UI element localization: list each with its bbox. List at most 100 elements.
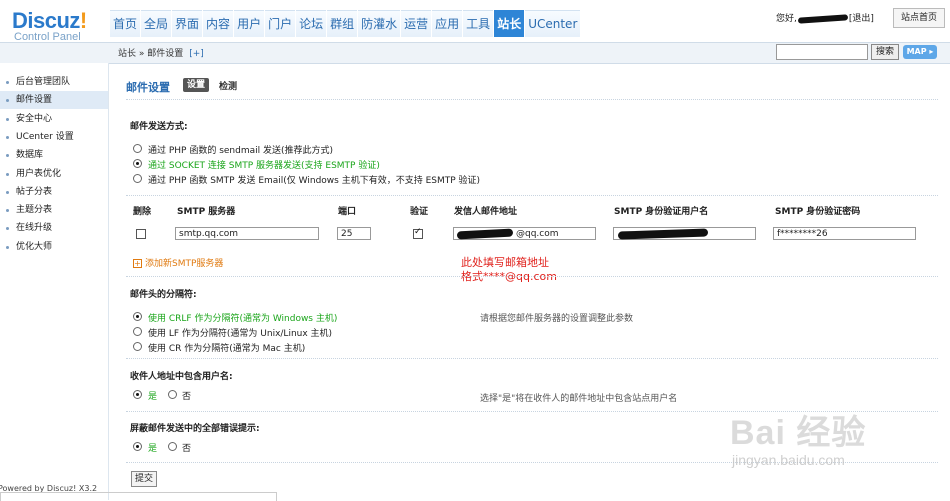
- include-username-yes-radio[interactable]: [133, 390, 142, 399]
- watermark-url: jingyan.baidu.com: [732, 452, 845, 468]
- divider: [126, 195, 938, 196]
- send-method-radio[interactable]: [133, 159, 142, 168]
- delete-checkbox[interactable]: [136, 229, 146, 239]
- nav-tab[interactable]: 论坛: [296, 10, 327, 37]
- separator-label: 使用 CRLF 作为分隔符(通常为 Windows 主机): [148, 314, 338, 324]
- breadcrumb-text[interactable]: 站长 » 邮件设置: [118, 49, 183, 59]
- user-box: 您好, [退出]: [776, 11, 874, 24]
- tab-check[interactable]: 检测: [219, 79, 237, 92]
- bullet-icon: [6, 190, 9, 194]
- sidebar-item[interactable]: 后台管理团队: [0, 73, 108, 91]
- smtp-password-input[interactable]: f********26: [773, 227, 916, 240]
- sidebar-item[interactable]: 优化大师: [0, 238, 108, 256]
- separator-radio[interactable]: [133, 327, 142, 336]
- silent-errors-yes-radio[interactable]: [133, 442, 142, 451]
- submit-button[interactable]: 提交: [131, 471, 157, 487]
- include-username-no-label: 否: [182, 392, 192, 402]
- smtp-column-header: SMTP 服务器: [177, 207, 236, 217]
- include-username-yes-label: 是: [148, 392, 158, 402]
- separator-label: 使用 CR 作为分隔符(通常为 Mac 主机): [148, 344, 306, 354]
- add-shortcut-link[interactable]: [+]: [189, 49, 204, 59]
- bullet-icon: [6, 99, 9, 103]
- sidebar-item[interactable]: 安全中心: [0, 110, 108, 128]
- site-home-button[interactable]: 站点首页: [893, 8, 945, 28]
- sidebar-item[interactable]: 帖子分表: [0, 183, 108, 201]
- nav-tab[interactable]: 运营: [401, 10, 432, 37]
- nav-tab[interactable]: 内容: [203, 10, 234, 37]
- send-method-radio[interactable]: [133, 144, 142, 153]
- send-method-radio[interactable]: [133, 174, 142, 183]
- silent-errors-no-radio[interactable]: [168, 442, 177, 451]
- smtp-column-header: 端口: [338, 207, 357, 217]
- separator-label: 使用 LF 作为分隔符(通常为 Unix/Linux 主机): [148, 329, 333, 339]
- bullet-icon: [6, 172, 9, 176]
- nav-tab[interactable]: 首页: [110, 10, 141, 37]
- map-button[interactable]: MAP ▸: [903, 45, 937, 59]
- plus-icon: +: [133, 259, 142, 268]
- bullet-icon: [6, 245, 9, 249]
- sidebar-item-label: 用户表优化: [16, 168, 62, 179]
- auth-checkbox[interactable]: [413, 227, 423, 239]
- separator-radio[interactable]: [133, 312, 142, 321]
- bullet-icon: [6, 81, 9, 84]
- nav-tab[interactable]: 应用: [432, 10, 463, 37]
- silent-errors-no-label: 否: [182, 444, 192, 454]
- nav-tab[interactable]: 防灌水: [358, 10, 401, 37]
- silent-errors-heading: 屏蔽邮件发送中的全部错误提示:: [130, 424, 260, 434]
- nav-tab[interactable]: UCenter: [525, 10, 581, 37]
- smtp-column-header: SMTP 身份验证密码: [775, 207, 861, 217]
- nav-tab[interactable]: 全局: [141, 10, 172, 37]
- bullet-icon: [6, 135, 9, 139]
- sidebar-item[interactable]: UCenter 设置: [0, 128, 108, 146]
- nav-tab[interactable]: 门户: [265, 10, 296, 37]
- page-title: 邮件设置: [126, 81, 170, 94]
- redacted-username: [797, 13, 849, 24]
- include-username-hint: 选择"是"将在收件人的邮件地址中包含站点用户名: [480, 394, 678, 404]
- divider: [126, 276, 938, 277]
- watermark-logo: Bai 经验 jingyan.baidu.com: [730, 405, 866, 468]
- include-username-no-radio[interactable]: [168, 390, 177, 399]
- main-nav: 首页 全局 界面 内容 用户 门户 论坛 群组 防灌水 运营 应用 工具 站长 UCenter: [110, 10, 581, 37]
- sidebar-item-label: 安全中心: [16, 113, 53, 124]
- sidebar-item-label: 帖子分表: [16, 186, 53, 197]
- sidebar-item-label: 优化大师: [16, 241, 53, 252]
- separator-heading: 邮件头的分隔符:: [130, 290, 197, 300]
- red-annotation: 此处填写邮箱地址 格式****@qq.com: [461, 256, 557, 284]
- smtp-column-header: SMTP 身份验证用户名: [614, 207, 709, 217]
- bullet-icon: [6, 227, 9, 231]
- tab-settings[interactable]: 设置: [183, 78, 209, 92]
- search-input[interactable]: [776, 44, 868, 60]
- separator-radio[interactable]: [133, 342, 142, 351]
- sidebar-item-label: 后台管理团队: [16, 77, 71, 87]
- logo-text: Discuz: [12, 8, 80, 33]
- sidebar-item-label: 在线升级: [16, 223, 53, 234]
- greeting: 您好,: [776, 14, 797, 24]
- search-button[interactable]: 搜索: [871, 44, 899, 60]
- nav-tab[interactable]: 用户: [234, 10, 265, 37]
- divider: [126, 358, 938, 359]
- sidebar-item[interactable]: 邮件设置: [0, 91, 108, 110]
- nav-tab[interactable]: 站长: [494, 10, 525, 37]
- smtp-server-input[interactable]: smtp.qq.com: [175, 227, 319, 240]
- bullet-icon: [6, 154, 9, 158]
- sidebar-item[interactable]: 主题分表: [0, 201, 108, 219]
- sidebar-item[interactable]: 用户表优化: [0, 165, 108, 183]
- sidebar-item[interactable]: 在线升级: [0, 219, 108, 237]
- nav-tab[interactable]: 工具: [463, 10, 494, 37]
- watermark-main: Bai 经验: [730, 414, 867, 452]
- smtp-column-header: 发信人邮件地址: [454, 207, 518, 217]
- include-username-heading: 收件人地址中包含用户名:: [130, 372, 233, 382]
- logo[interactable]: Discuz! Control Panel: [12, 8, 87, 43]
- breadcrumb: 站长 » 邮件设置 [+]: [118, 46, 204, 59]
- nav-tab[interactable]: 群组: [327, 10, 358, 37]
- separator-hint: 请根据您邮件服务器的设置调整此参数: [480, 314, 634, 324]
- annotation-line: 格式****@qq.com: [461, 270, 557, 283]
- add-smtp-server-link[interactable]: + 添加新SMTP服务器: [133, 256, 223, 269]
- sidebar-item[interactable]: 数据库: [0, 146, 108, 164]
- nav-tab[interactable]: 界面: [172, 10, 203, 37]
- smtp-port-input[interactable]: 25: [337, 227, 371, 240]
- send-method-label: 通过 PHP 函数 SMTP 发送 Email(仅 Windows 主机下有效，…: [148, 176, 481, 186]
- sidebar-item-label: 主题分表: [16, 205, 53, 216]
- send-method-heading: 邮件发送方式:: [130, 122, 188, 132]
- logout-link[interactable]: [退出]: [849, 14, 874, 24]
